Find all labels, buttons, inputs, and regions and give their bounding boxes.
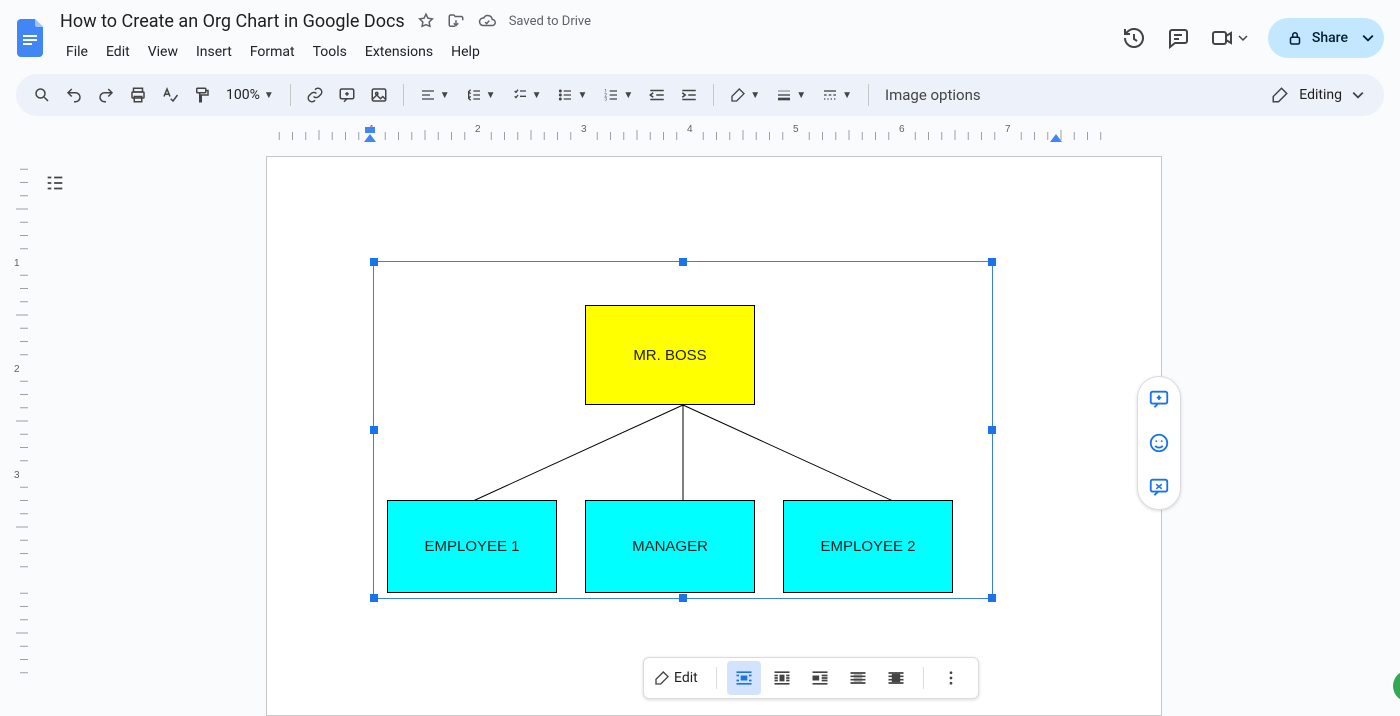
more-options-icon[interactable] xyxy=(934,661,968,695)
svg-text:2: 2 xyxy=(14,364,20,375)
in-front-text-icon[interactable] xyxy=(879,661,913,695)
border-weight-menu[interactable]: ▼ xyxy=(770,81,812,109)
org-node-manager: MANAGER xyxy=(585,500,755,593)
insert-image-icon[interactable] xyxy=(365,81,393,109)
org-node-emp1: EMPLOYEE 1 xyxy=(387,500,557,593)
separator xyxy=(716,667,717,689)
menu-insert[interactable]: Insert xyxy=(188,40,240,64)
print-icon[interactable] xyxy=(124,81,152,109)
paint-format-icon[interactable] xyxy=(188,81,216,109)
org-node-boss: MR. BOSS xyxy=(585,305,755,405)
document-title[interactable]: How to Create an Org Chart in Google Doc… xyxy=(58,9,407,34)
document-area: 1234567 123 xyxy=(0,120,1400,690)
line-spacing-menu[interactable]: ▼ xyxy=(460,81,502,109)
menu-help[interactable]: Help xyxy=(443,40,488,64)
wrap-text-icon[interactable] xyxy=(765,661,799,695)
explore-fab[interactable] xyxy=(1391,668,1400,704)
separator xyxy=(923,667,924,689)
zoom-select[interactable]: 100%▼ xyxy=(220,81,280,109)
search-icon[interactable] xyxy=(28,81,56,109)
menu-view[interactable]: View xyxy=(140,40,186,64)
main-toolbar: 100%▼ ▼ ▼ ▼ ▼ 123▼ ▼ ▼ ▼ Image options E… xyxy=(16,74,1384,116)
svg-text:3: 3 xyxy=(605,96,608,102)
suggest-edits-icon[interactable] xyxy=(1148,476,1170,498)
org-node-emp2: EMPLOYEE 2 xyxy=(783,500,953,593)
chevron-down-icon xyxy=(1362,32,1374,44)
numbered-list-menu[interactable]: 123▼ xyxy=(597,81,639,109)
separator xyxy=(868,84,869,106)
svg-text:1: 1 xyxy=(14,258,20,269)
svg-text:7: 7 xyxy=(1005,124,1011,135)
border-color-menu[interactable]: ▼ xyxy=(724,81,766,109)
separator xyxy=(713,84,714,106)
svg-text:2: 2 xyxy=(475,124,481,135)
undo-icon[interactable] xyxy=(60,81,88,109)
menu-edit[interactable]: Edit xyxy=(98,40,138,64)
menu-file[interactable]: File xyxy=(58,40,96,64)
app-header: How to Create an Org Chart in Google Doc… xyxy=(0,0,1400,72)
move-icon[interactable] xyxy=(447,12,465,30)
svg-text:6: 6 xyxy=(899,124,905,135)
pencil-icon xyxy=(1271,86,1289,104)
svg-text:3: 3 xyxy=(14,470,20,481)
separator xyxy=(403,84,404,106)
menu-tools[interactable]: Tools xyxy=(305,40,355,64)
image-options-button[interactable]: Image options xyxy=(879,81,987,109)
org-node-label: EMPLOYEE 2 xyxy=(820,538,915,555)
pencil-icon xyxy=(654,670,670,686)
side-comment-pill xyxy=(1137,376,1181,510)
chevron-down-icon xyxy=(1352,89,1364,101)
menu-format[interactable]: Format xyxy=(242,40,303,64)
border-dash-menu[interactable]: ▼ xyxy=(816,81,858,109)
insert-link-icon[interactable] xyxy=(301,81,329,109)
comments-icon[interactable] xyxy=(1166,26,1190,50)
edit-drawing-button[interactable]: Edit xyxy=(654,661,706,695)
mode-label: Editing xyxy=(1299,87,1342,103)
align-menu[interactable]: ▼ xyxy=(414,81,456,109)
document-page[interactable]: MR. BOSS EMPLOYEE 1 MANAGER EMPLOYEE 2 E… xyxy=(266,156,1162,716)
add-comment-icon[interactable] xyxy=(1148,388,1170,410)
docs-logo[interactable] xyxy=(12,10,52,64)
saved-status: Saved to Drive xyxy=(509,14,591,29)
emoji-icon[interactable] xyxy=(1148,432,1170,454)
outline-toggle-icon[interactable] xyxy=(44,172,68,196)
indent-decrease-icon[interactable] xyxy=(643,81,671,109)
org-node-label: EMPLOYEE 1 xyxy=(424,538,519,555)
spellcheck-icon[interactable] xyxy=(156,81,184,109)
svg-text:3: 3 xyxy=(581,124,587,135)
mode-switcher[interactable]: Editing xyxy=(1271,86,1364,104)
menu-bar: File Edit View Insert Format Tools Exten… xyxy=(58,40,591,64)
separator xyxy=(290,84,291,106)
history-icon[interactable] xyxy=(1122,26,1146,50)
vertical-ruler[interactable]: 1 2 3 xyxy=(0,144,34,704)
horizontal-ruler[interactable]: 1234567 xyxy=(34,120,1400,144)
org-node-label: MANAGER xyxy=(632,538,708,555)
menu-extensions[interactable]: Extensions xyxy=(357,40,441,64)
bullet-list-menu[interactable]: ▼ xyxy=(551,81,593,109)
svg-text:5: 5 xyxy=(793,124,799,135)
share-button[interactable]: Share xyxy=(1268,18,1384,58)
checklist-menu[interactable]: ▼ xyxy=(506,81,548,109)
org-node-label: MR. BOSS xyxy=(633,347,706,364)
cloud-saved-icon[interactable] xyxy=(477,12,497,30)
behind-text-icon[interactable] xyxy=(841,661,875,695)
drawing-options-toolbar: Edit xyxy=(643,657,979,699)
svg-text:4: 4 xyxy=(687,124,693,135)
wrap-inline-icon[interactable] xyxy=(727,661,761,695)
lock-icon xyxy=(1286,29,1304,47)
star-icon[interactable] xyxy=(417,12,435,30)
meet-icon[interactable] xyxy=(1210,26,1248,50)
share-label: Share xyxy=(1312,30,1348,46)
redo-icon[interactable] xyxy=(92,81,120,109)
indent-increase-icon[interactable] xyxy=(675,81,703,109)
break-text-icon[interactable] xyxy=(803,661,837,695)
add-comment-icon[interactable] xyxy=(333,81,361,109)
edit-label: Edit xyxy=(670,670,706,686)
zoom-value: 100% xyxy=(226,87,260,103)
